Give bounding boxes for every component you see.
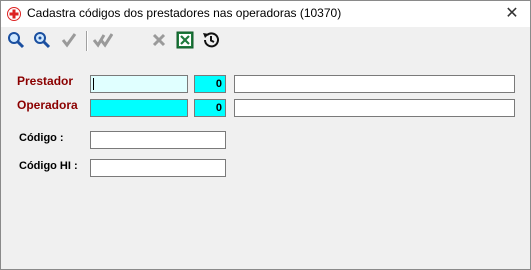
toolbar-separator bbox=[86, 31, 88, 51]
window-title: Cadastra códigos dos prestadores nas ope… bbox=[27, 6, 342, 20]
operadora-label: Operadora bbox=[17, 98, 78, 112]
app-cross-icon bbox=[7, 7, 21, 21]
history-icon[interactable] bbox=[200, 29, 222, 51]
codigo-hi-input[interactable] bbox=[90, 159, 226, 177]
check-icon[interactable] bbox=[58, 29, 80, 51]
codigo-label: Código : bbox=[19, 132, 64, 144]
operadora-input[interactable] bbox=[90, 99, 188, 117]
close-button[interactable]: ✕ bbox=[502, 4, 522, 24]
cancel-icon[interactable] bbox=[148, 29, 170, 51]
codigo-input[interactable] bbox=[90, 131, 226, 149]
toolbar bbox=[1, 28, 530, 54]
operadora-description-field[interactable] bbox=[234, 99, 515, 117]
prestador-input[interactable] bbox=[90, 75, 188, 93]
excel-icon[interactable] bbox=[174, 29, 196, 51]
operadora-code-field[interactable]: 0 bbox=[194, 99, 226, 117]
prestador-description-field[interactable] bbox=[234, 75, 515, 93]
text-caret bbox=[93, 78, 94, 90]
codigo-hi-label: Código HI : bbox=[19, 160, 78, 172]
prestador-code-field[interactable]: 0 bbox=[194, 75, 226, 93]
title-bar: Cadastra códigos dos prestadores nas ope… bbox=[1, 1, 530, 27]
check-all-icon[interactable] bbox=[92, 29, 114, 51]
dialog-window: Cadastra códigos dos prestadores nas ope… bbox=[0, 0, 531, 270]
search-advanced-icon[interactable] bbox=[31, 29, 53, 51]
prestador-label: Prestador bbox=[17, 74, 74, 88]
search-icon[interactable] bbox=[5, 29, 27, 51]
